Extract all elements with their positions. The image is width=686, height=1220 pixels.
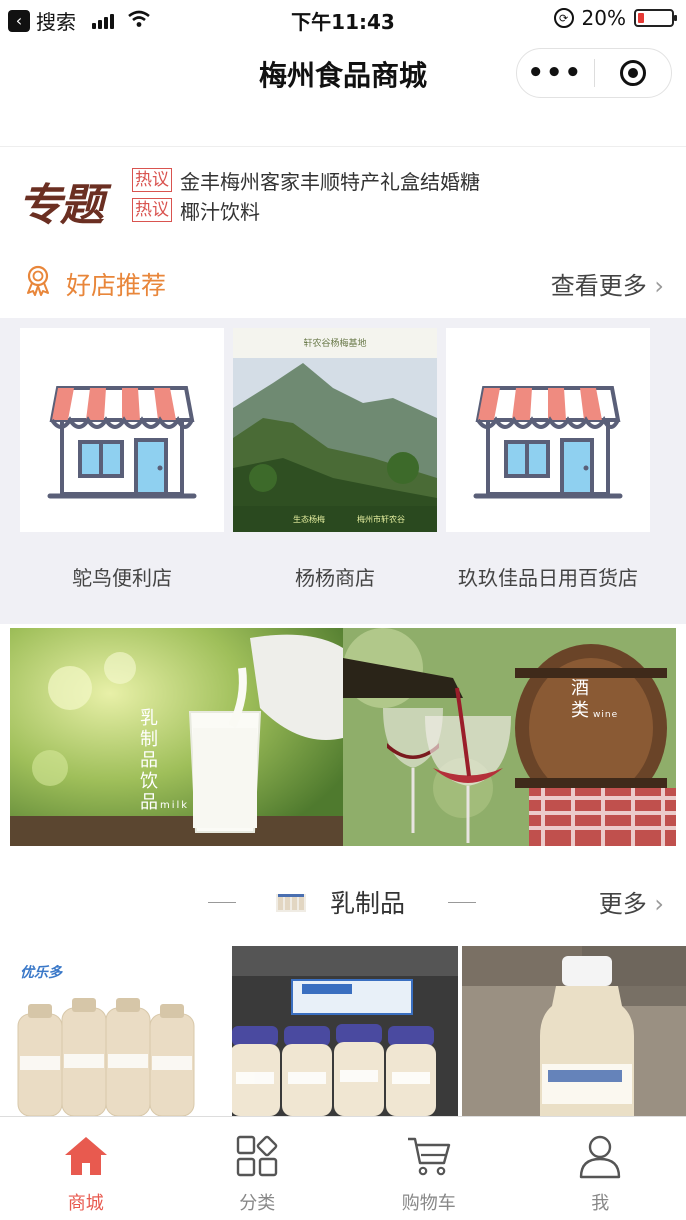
tab-cart[interactable]: 购物车	[343, 1117, 515, 1220]
dairy-thumbnail	[276, 890, 306, 914]
view-more-shops-link[interactable]: 查看更多 ›	[551, 266, 664, 301]
dairy-section-header: 乳制品 更多 ›	[0, 860, 686, 946]
shop-image-tag: 生态杨梅	[293, 514, 325, 525]
tab-home[interactable]: 商城	[0, 1117, 172, 1220]
shop-card[interactable]: 轩农谷杨梅基地 生态杨梅 梅州市轩农谷 杨杨商店	[233, 328, 437, 591]
battery-icon	[634, 9, 674, 27]
section-title: 乳制品	[330, 884, 405, 920]
shop-image: 轩农谷杨梅基地 生态杨梅 梅州市轩农谷	[233, 328, 437, 532]
shop-name: 杨杨商店	[233, 562, 437, 591]
tab-label: 商城	[0, 1189, 172, 1215]
divider-line	[448, 902, 476, 903]
banner-title: 酒类	[571, 678, 593, 722]
topic-item[interactable]: 热议 椰汁饮料	[132, 195, 480, 225]
tab-label: 购物车	[343, 1189, 515, 1215]
target-icon	[620, 60, 646, 86]
shop-name: 玖玖佳品日用百货店	[446, 562, 650, 591]
yogurt-drink-tray-photo	[232, 946, 458, 1116]
category-icon	[234, 1133, 280, 1179]
shop-image	[20, 328, 224, 532]
view-more-label: 更多	[599, 890, 647, 918]
storefront-icon	[20, 328, 224, 532]
product-card[interactable]: 优乐多	[0, 946, 228, 1116]
product-card[interactable]	[462, 946, 686, 1116]
topic-strip: 专题 热议 金丰梅州客家丰顺特产礼盒结婚糖 热议 椰汁饮料	[0, 146, 686, 239]
product-row: 优乐多	[0, 946, 686, 1116]
banner-wine[interactable]: 酒类 wine	[343, 628, 676, 846]
shop-image-tag: 梅州市轩农谷	[357, 514, 405, 525]
tab-category[interactable]: 分类	[172, 1117, 344, 1220]
divider-line	[208, 902, 236, 903]
wine-photo	[343, 628, 676, 846]
product-card[interactable]	[232, 946, 458, 1116]
shop-image-caption: 轩农谷杨梅基地	[233, 336, 437, 349]
tab-me[interactable]: 我	[515, 1117, 686, 1220]
miniprogram-capsule: •••	[516, 48, 672, 98]
view-more-dairy-link[interactable]: 更多 ›	[599, 884, 664, 919]
storefront-icon	[446, 328, 650, 532]
orientation-lock-icon: ⟳	[554, 8, 574, 28]
banner-subtitle: wine	[593, 710, 618, 720]
tab-label: 我	[515, 1189, 686, 1215]
tab-bar: 商城 分类 购物车 我	[0, 1116, 686, 1220]
medal-icon	[22, 264, 54, 296]
category-banners: 乳制品饮品 milk 酒类 wine	[10, 628, 676, 846]
milk-photo	[10, 628, 343, 846]
banner-subtitle: milk	[160, 800, 189, 811]
shop-card[interactable]: 鸵鸟便利店	[20, 328, 224, 591]
hot-tag: 热议	[132, 168, 172, 192]
brand-label: 优乐多	[20, 962, 62, 982]
shop-image	[446, 328, 650, 532]
more-options-button[interactable]: •••	[517, 48, 594, 98]
good-shops-title: 好店推荐	[66, 266, 166, 302]
hot-tag: 热议	[132, 198, 172, 222]
cart-icon	[406, 1133, 452, 1179]
good-shops-header: 好店推荐 查看更多 ›	[0, 250, 686, 316]
yogurt-drink-bottle-photo	[462, 946, 686, 1116]
home-icon	[63, 1133, 109, 1179]
nav-bar: 梅州食品商城 •••	[0, 40, 686, 106]
view-more-label: 查看更多	[551, 272, 647, 300]
chevron-right-icon: ›	[654, 890, 664, 918]
close-miniprogram-button[interactable]	[595, 60, 672, 86]
topic-logo: 专题	[18, 169, 102, 233]
battery-percent: 20%	[582, 6, 626, 30]
shop-name: 鸵鸟便利店	[20, 562, 224, 591]
topic-item-text: 金丰梅州客家丰顺特产礼盒结婚糖	[180, 166, 480, 195]
tab-label: 分类	[172, 1189, 344, 1215]
status-bar: ‹ 搜索 下午11:43 ⟳ 20%	[0, 0, 686, 40]
banner-dairy[interactable]: 乳制品饮品 milk	[10, 628, 343, 846]
banner-title: 乳制品饮品	[140, 708, 164, 813]
topic-item-text: 椰汁饮料	[180, 196, 260, 225]
topic-item[interactable]: 热议 金丰梅州客家丰顺特产礼盒结婚糖	[132, 165, 480, 195]
shop-card[interactable]: 玖玖佳品日用百货店	[446, 328, 650, 591]
user-icon	[577, 1133, 623, 1179]
chevron-right-icon: ›	[654, 272, 664, 300]
shop-list: 鸵鸟便利店 轩农谷杨梅基地 生态杨梅 梅州市轩农谷 杨杨商店	[0, 318, 686, 624]
mountain-photo	[233, 328, 437, 532]
